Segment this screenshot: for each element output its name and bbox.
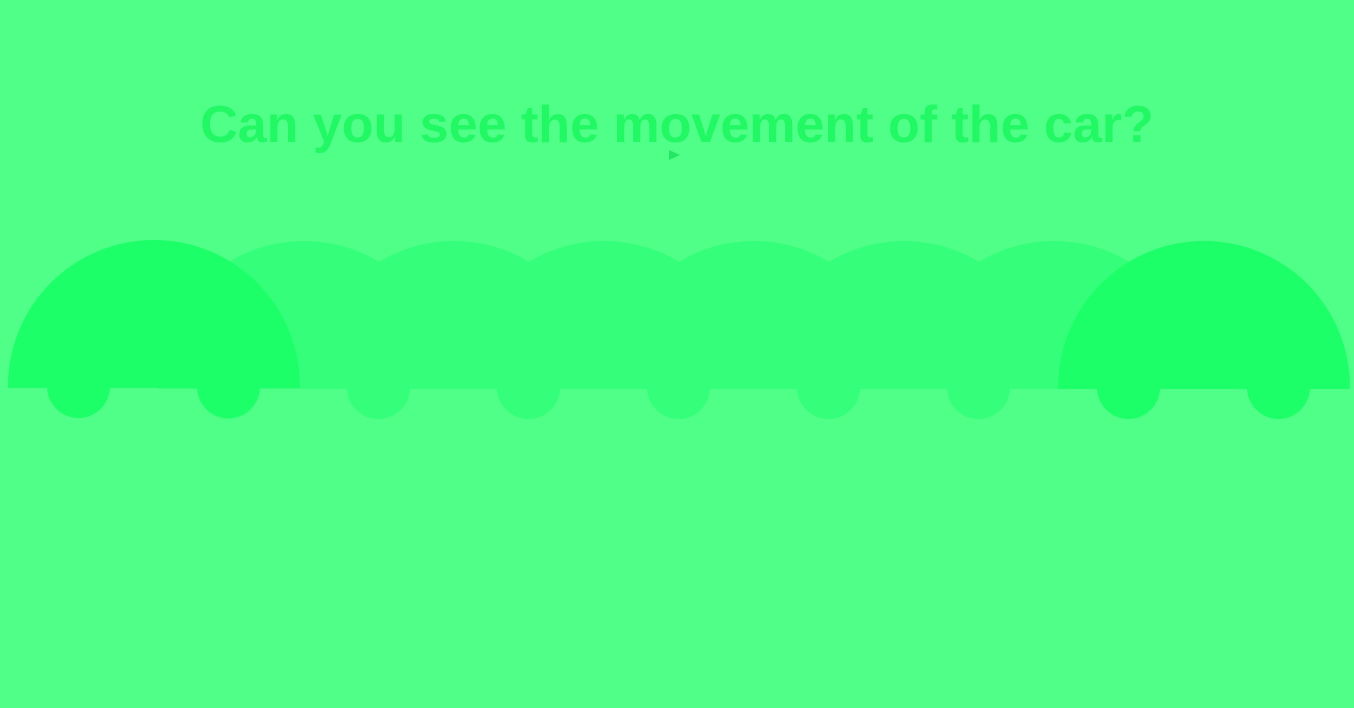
car-wheel xyxy=(797,356,860,419)
car-body xyxy=(8,240,300,388)
page-title: Can you see the movement of the car? xyxy=(200,96,1154,154)
car-body xyxy=(1058,241,1350,389)
car-end xyxy=(1058,241,1350,421)
car-wheel xyxy=(347,356,410,419)
mouse-pointer-icon xyxy=(669,150,680,160)
car-wheel xyxy=(497,356,560,419)
car-wheel xyxy=(197,355,260,418)
car-wheel xyxy=(1097,356,1160,419)
car-wheel xyxy=(647,356,710,419)
car-start xyxy=(8,240,300,420)
car-wheel xyxy=(47,355,110,418)
car-wheel xyxy=(947,356,1010,419)
animation-page: Can you see the movement of the car? xyxy=(0,0,1354,708)
car-wheel xyxy=(1247,356,1310,419)
